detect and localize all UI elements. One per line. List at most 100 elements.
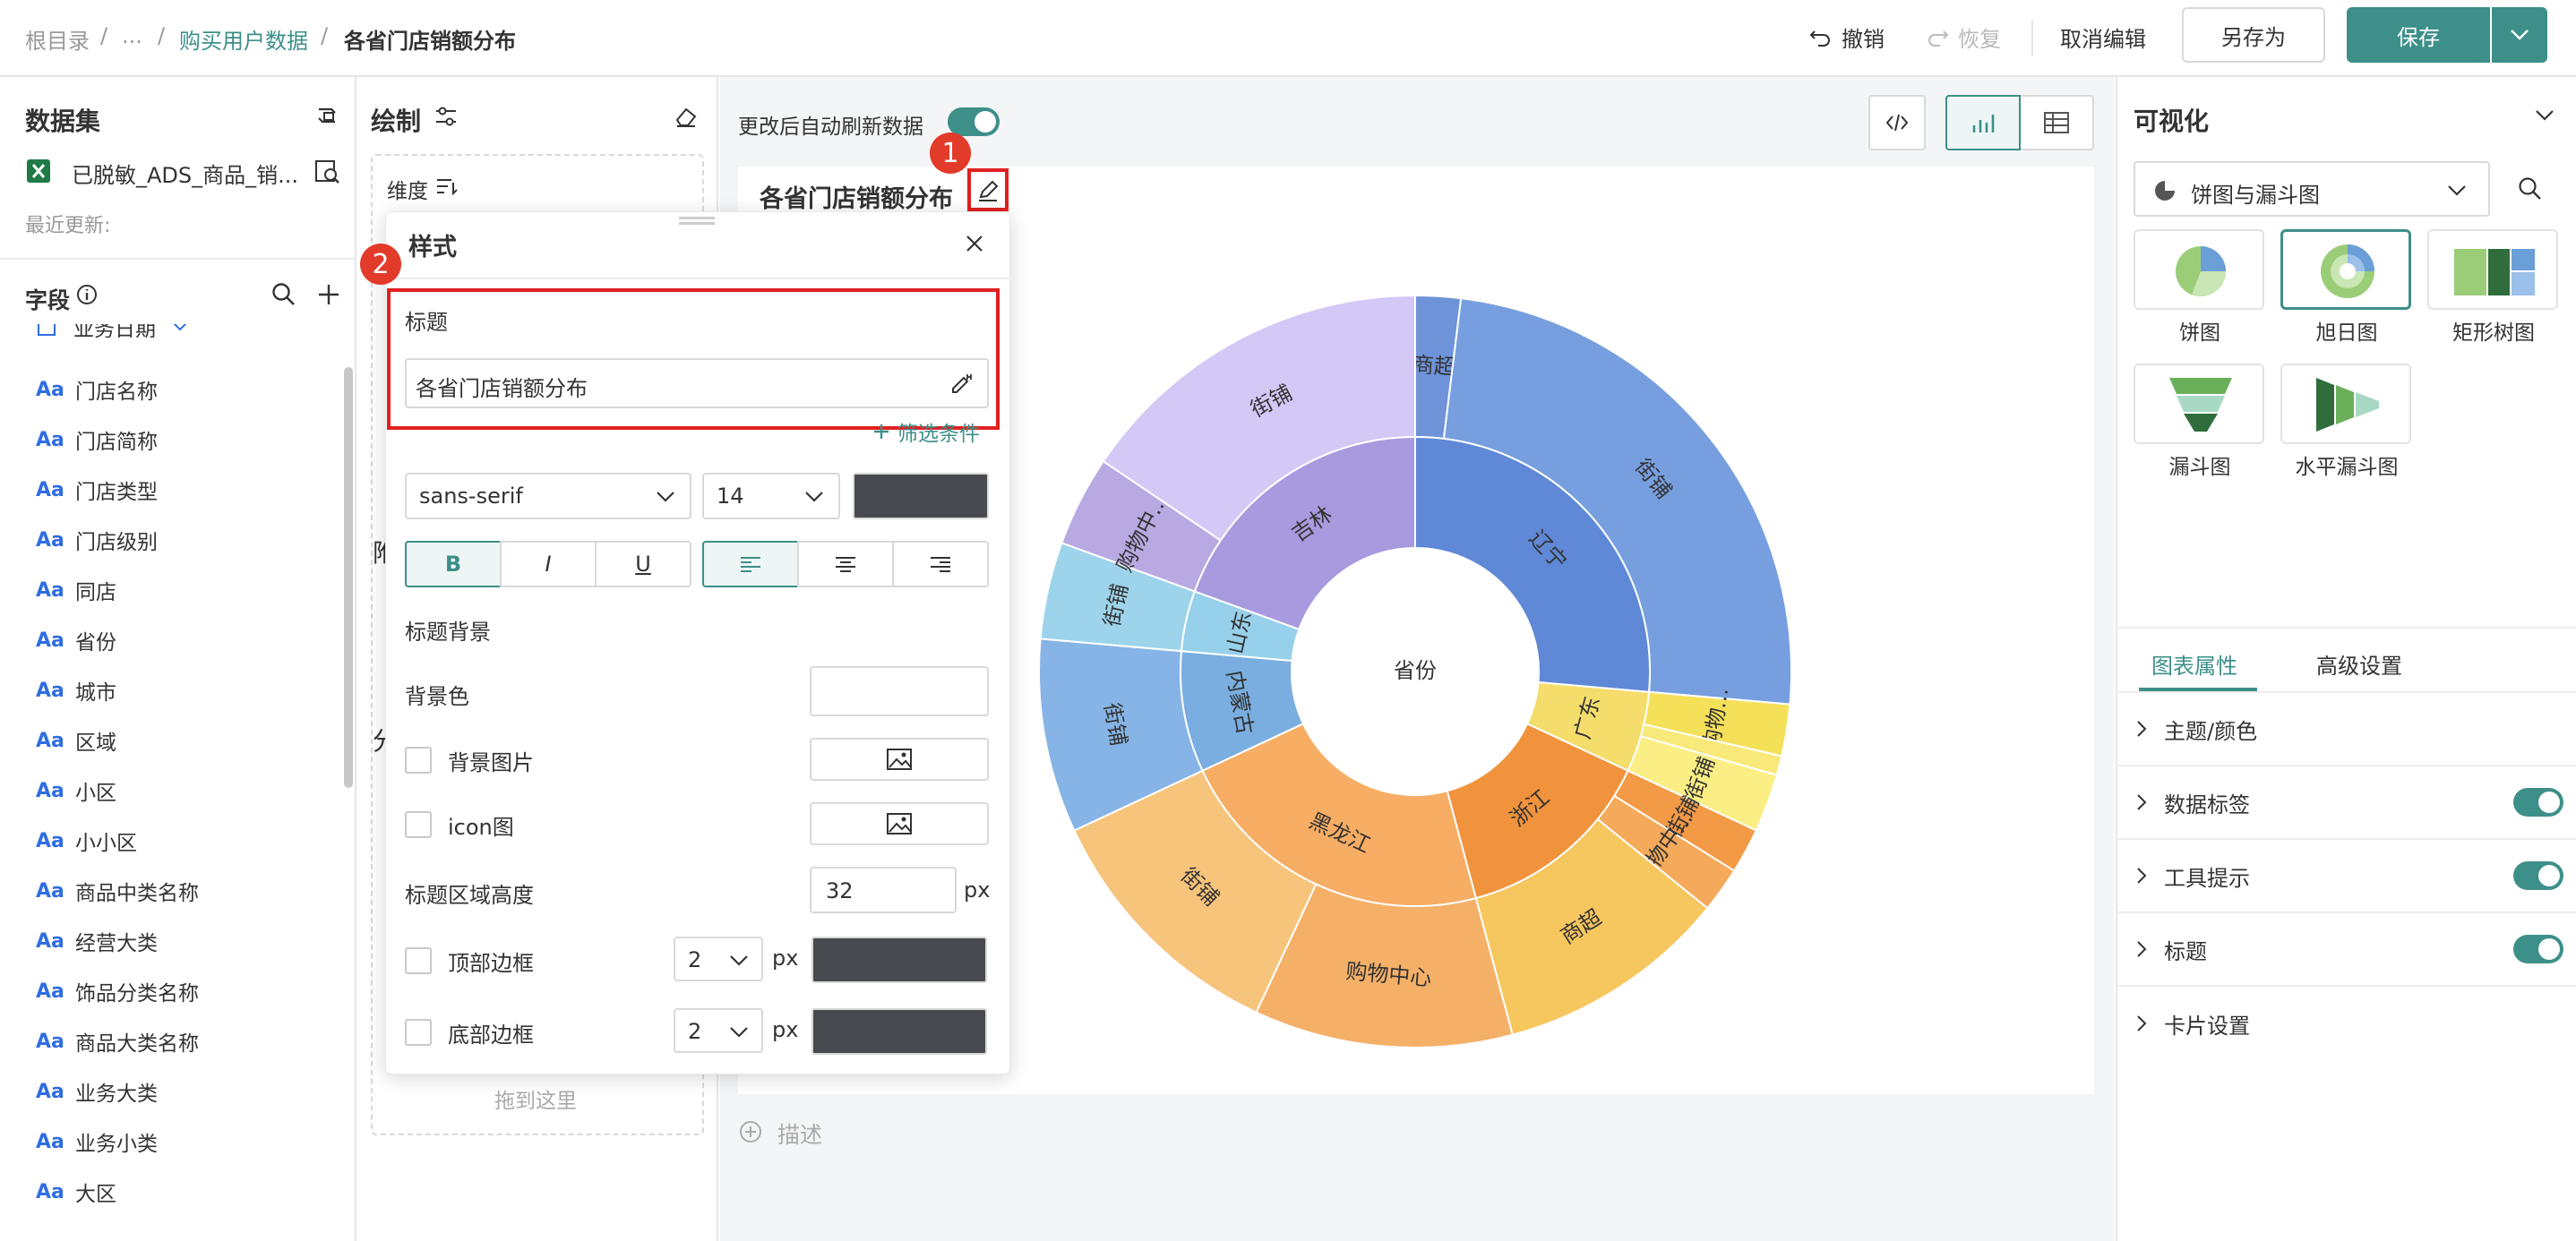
edit-title-icon[interactable] <box>976 179 1000 202</box>
align-center-button[interactable] <box>797 541 894 587</box>
save-options-button[interactable] <box>2492 7 2547 63</box>
settings-sliders-icon[interactable] <box>434 104 459 129</box>
field-item[interactable]: Aa 门店类型 <box>36 475 158 505</box>
title-bg-label: 标题背景 <box>405 620 491 645</box>
refresh-dataset-icon[interactable] <box>313 102 340 129</box>
dataset-name[interactable]: 已脱敏_ADS_商品_销... <box>72 158 298 189</box>
bold-button[interactable]: B <box>405 541 502 587</box>
field-item[interactable]: Aa 门店级别 <box>36 525 158 555</box>
prop-label: 工具提示 <box>2164 865 2250 891</box>
prop-card-settings[interactable]: 卡片设置 <box>2116 987 2576 1060</box>
field-item[interactable]: Aa 业务小类 <box>36 1126 158 1157</box>
data-labels-toggle[interactable] <box>2513 788 2563 817</box>
code-icon <box>1885 114 1909 132</box>
field-item[interactable]: Aa 门店名称 <box>36 374 158 405</box>
close-icon[interactable] <box>964 233 985 254</box>
prop-theme-color[interactable]: 主题/颜色 <box>2116 693 2576 766</box>
field-item[interactable]: Aa 商品中类名称 <box>36 876 199 906</box>
prop-title[interactable]: 标题 <box>2116 913 2576 987</box>
chart-family-select[interactable]: 饼图与漏斗图 <box>2134 161 2490 217</box>
tooltip-toggle[interactable] <box>2513 861 2563 890</box>
search-icon[interactable] <box>270 281 297 308</box>
field-item[interactable]: Aa 商品大类名称 <box>36 1026 199 1057</box>
undo-button[interactable]: 撤销 <box>1809 21 1885 53</box>
tab-advanced-settings[interactable]: 高级设置 <box>2316 648 2402 680</box>
icon-image-checkbox[interactable] <box>405 811 432 838</box>
bottom-border-width-select[interactable]: 2 <box>674 1008 763 1053</box>
icon-image-picker[interactable] <box>810 802 989 845</box>
chart-type-treemap[interactable] <box>2427 229 2558 310</box>
font-family-select[interactable]: sans-serif <box>405 473 691 519</box>
toolbar-divider <box>2031 20 2033 56</box>
chevron-down-icon[interactable] <box>2535 109 2555 122</box>
bg-image-checkbox[interactable] <box>405 747 432 774</box>
drag-handle[interactable] <box>679 217 715 219</box>
filter-condition-link[interactable]: 筛选条件 <box>872 419 980 444</box>
title-area-height-input[interactable]: 32 <box>810 867 957 913</box>
save-button[interactable]: 保存 <box>2347 7 2490 63</box>
breadcrumb-parent[interactable]: 购买用户数据 <box>179 23 308 55</box>
chart-type-pie[interactable] <box>2134 229 2264 310</box>
title-text-input[interactable]: 各省门店销额分布 <box>405 358 989 408</box>
tab-chart-properties[interactable]: 图表属性 <box>2151 648 2237 680</box>
prop-tooltip[interactable]: 工具提示 <box>2116 840 2576 913</box>
title-font-color[interactable] <box>853 473 989 519</box>
prop-data-labels[interactable]: 数据标签 <box>2116 766 2576 840</box>
field-item[interactable]: Aa 经营大类 <box>36 926 158 956</box>
redo-button[interactable]: 恢复 <box>1926 21 2001 53</box>
breadcrumb-separator: / <box>158 23 166 48</box>
bottom-border-color[interactable] <box>811 1008 987 1055</box>
scrollbar[interactable] <box>344 367 353 788</box>
eraser-icon[interactable] <box>674 104 699 129</box>
field-item[interactable]: Aa 小小区 <box>36 826 137 856</box>
field-item[interactable]: Aa 城市 <box>36 675 116 706</box>
field-item[interactable]: Aa 小区 <box>36 775 116 806</box>
font-size-select[interactable]: 14 <box>702 473 840 519</box>
preview-dataset-icon[interactable] <box>313 158 340 184</box>
cancel-edit-button[interactable]: 取消编辑 <box>2060 21 2146 53</box>
calendar-icon <box>38 324 56 336</box>
chart-type-horizontal-funnel[interactable] <box>2280 364 2411 444</box>
code-view-button[interactable] <box>1868 95 1926 150</box>
field-item[interactable]: Aa 同店 <box>36 575 116 605</box>
funnel-chart-icon <box>2169 378 2232 432</box>
bottom-border-checkbox[interactable] <box>405 1019 432 1046</box>
bg-color-picker[interactable] <box>810 666 989 716</box>
pie-chart-icon <box>2176 246 2226 296</box>
top-border-color[interactable] <box>811 937 987 983</box>
bg-image-picker[interactable] <box>810 738 989 781</box>
save-as-button[interactable]: 另存为 <box>2182 7 2325 63</box>
underline-button[interactable]: U <box>595 541 691 587</box>
title-toggle[interactable] <box>2513 935 2563 963</box>
add-field-icon[interactable] <box>315 281 342 308</box>
field-item[interactable]: Aa 区域 <box>36 725 116 756</box>
breadcrumb-ellipsis[interactable]: ... <box>122 23 142 48</box>
font-size-value: 14 <box>717 484 744 509</box>
field-item[interactable]: Aa 门店简称 <box>36 424 158 455</box>
ai-edit-icon[interactable] <box>949 372 975 396</box>
add-description-icon[interactable] <box>738 1119 763 1144</box>
search-icon[interactable] <box>2517 175 2544 202</box>
italic-button[interactable]: I <box>500 541 597 587</box>
drop-zone-hint[interactable]: 拖到这里 <box>494 1083 577 1114</box>
chart-view-button[interactable] <box>1945 95 2021 150</box>
top-border-checkbox[interactable] <box>405 947 432 974</box>
field-item[interactable]: Aa 省份 <box>36 625 116 655</box>
align-left-button[interactable] <box>702 541 799 587</box>
chart-type-funnel[interactable] <box>2134 364 2264 444</box>
description-placeholder[interactable]: 描述 <box>777 1117 822 1150</box>
align-right-button[interactable] <box>892 541 989 587</box>
text-type-icon: Aa <box>36 729 64 752</box>
auto-refresh-toggle[interactable] <box>948 107 1000 136</box>
sort-list-icon[interactable] <box>435 175 459 197</box>
pie-chart-icon <box>2155 181 2175 201</box>
table-view-button[interactable] <box>2021 95 2094 150</box>
field-item[interactable]: Aa 饰品分类名称 <box>36 976 199 1006</box>
info-icon[interactable] <box>75 283 99 306</box>
field-item[interactable]: Aa 业务大类 <box>36 1076 158 1107</box>
chart-type-sunburst[interactable] <box>2280 229 2411 310</box>
field-item[interactable]: Aa 大区 <box>36 1177 116 1207</box>
date-field-row[interactable]: 业务日期 <box>0 324 340 346</box>
breadcrumb-root[interactable]: 根目录 <box>25 23 90 55</box>
top-border-width-select[interactable]: 2 <box>674 937 763 981</box>
